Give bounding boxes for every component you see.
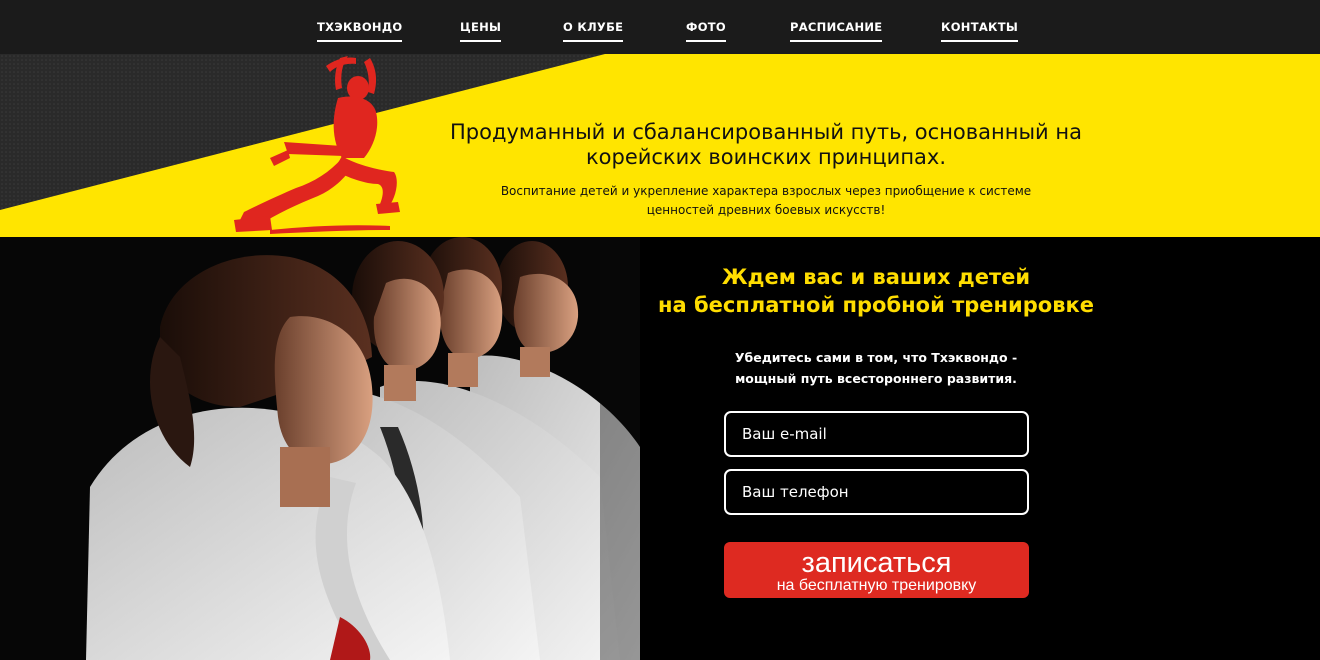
hero-subtitle-line-1: Воспитание детей и укрепление характера … (500, 184, 1032, 198)
signup-section: Ждем вас и ваших детей на бесплатной про… (0, 237, 1320, 660)
email-field[interactable] (724, 411, 1029, 457)
cta-title: Ждем вас и ваших детей на бесплатной про… (640, 263, 1112, 319)
nav-item-photo[interactable]: ФОТО (686, 20, 727, 42)
nav-item-about-club[interactable]: О КЛУБЕ (563, 20, 624, 42)
cta-description-line-1: Убедитесь сами в том, что Тхэквондо - (734, 350, 1018, 365)
cta-title-line-1: Ждем вас и ваших детей (721, 265, 1031, 289)
nav-item-schedule[interactable]: РАСПИСАНИЕ (790, 20, 883, 42)
hero-title: Продуманный и сбалансированный путь, осн… (436, 120, 1096, 170)
martial-artist-silhouette-logo (234, 56, 400, 234)
hero-title-line-1: Продуманный и сбалансированный путь, осн… (450, 120, 1082, 144)
children-in-dobok-photo (0, 237, 640, 660)
phone-field[interactable] (724, 469, 1029, 515)
top-navigation: ТХЭКВОНДО ЦЕНЫ О КЛУБЕ ФОТО РАСПИСАНИЕ К… (0, 0, 1320, 54)
nav-item-prices[interactable]: ЦЕНЫ (460, 20, 502, 42)
hero-title-line-2: корейских воинских принципах. (585, 145, 947, 169)
nav-item-taekwondo[interactable]: ТХЭКВОНДО (317, 20, 403, 42)
hero-subtitle: Воспитание детей и укрепление характера … (476, 182, 1056, 220)
signup-free-trial-button[interactable]: записаться на бесплатную тренировку (724, 542, 1029, 598)
cta-description-line-2: мощный путь всестороннего развития. (735, 371, 1017, 386)
cta-description: Убедитесь сами в том, что Тхэквондо - мо… (690, 347, 1062, 389)
hero-subtitle-line-2: ценностей древних боевых искусств! (646, 203, 886, 217)
cta-title-line-2: на бесплатной пробной тренировке (657, 293, 1095, 317)
signup-button-sublabel: на бесплатную тренировку (776, 577, 977, 594)
signup-button-label: записаться (801, 547, 952, 579)
hero-banner: Продуманный и сбалансированный путь, осн… (0, 54, 1320, 237)
nav-item-contacts[interactable]: КОНТАКТЫ (941, 20, 1019, 42)
